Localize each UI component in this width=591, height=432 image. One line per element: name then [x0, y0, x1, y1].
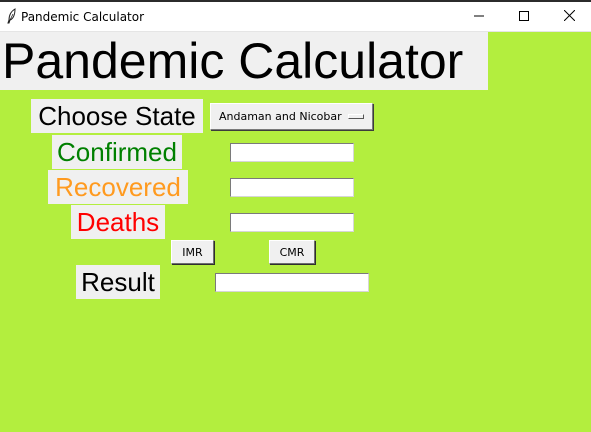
result-label: Result — [76, 265, 160, 299]
imr-button[interactable]: IMR — [171, 240, 214, 264]
deaths-input[interactable] — [230, 213, 354, 232]
window-titlebar: Pandemic Calculator — [0, 0, 591, 32]
minimize-button[interactable] — [456, 2, 502, 32]
page-title: Pandemic Calculator — [0, 32, 488, 90]
state-dropdown-value: Andaman and Nicobar — [219, 110, 342, 123]
confirmed-input[interactable] — [230, 143, 354, 162]
confirmed-label: Confirmed — [52, 135, 182, 169]
dropdown-indicator-icon — [348, 114, 364, 119]
choose-state-label: Choose State — [31, 99, 203, 133]
recovered-label: Recovered — [48, 170, 188, 204]
close-button[interactable] — [546, 2, 591, 32]
recovered-input[interactable] — [230, 178, 354, 197]
minimize-icon — [474, 8, 484, 26]
result-output[interactable] — [215, 273, 369, 292]
window-title: Pandemic Calculator — [21, 10, 145, 24]
maximize-icon — [519, 8, 529, 26]
deaths-label: Deaths — [71, 205, 165, 239]
app-body: Pandemic Calculator Choose State Andaman… — [0, 32, 591, 432]
maximize-button[interactable] — [501, 2, 547, 32]
state-dropdown[interactable]: Andaman and Nicobar — [210, 103, 373, 130]
feather-icon — [6, 8, 18, 24]
cmr-button[interactable]: CMR — [269, 240, 315, 264]
close-icon — [563, 8, 575, 26]
